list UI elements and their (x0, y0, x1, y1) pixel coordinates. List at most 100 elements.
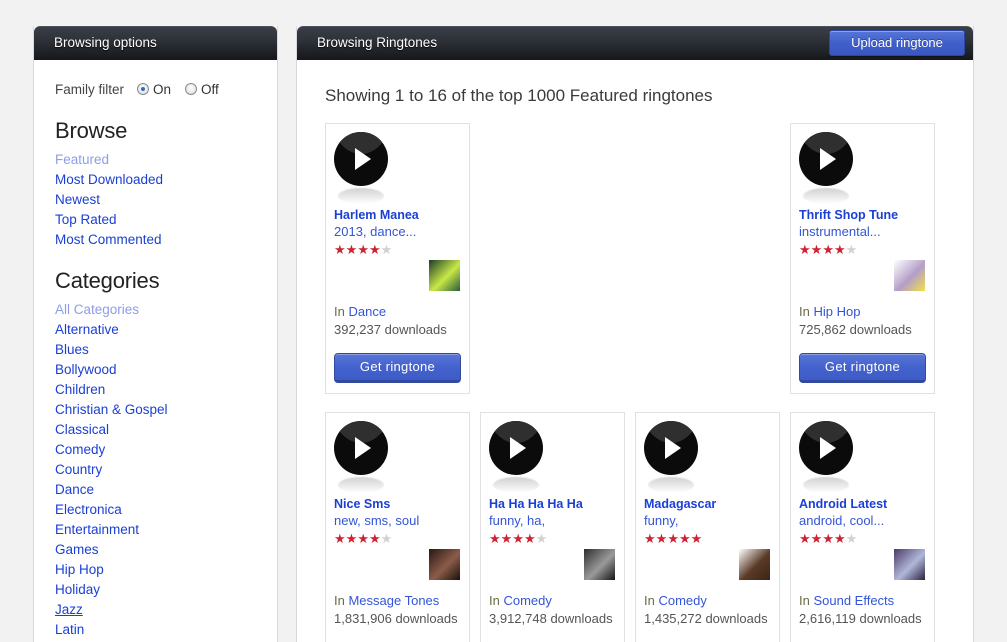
ringtone-card: Android Latest android, cool... ★★★★★ In So… (790, 412, 935, 642)
category-link-country[interactable]: Country (55, 460, 102, 480)
play-icon[interactable] (334, 132, 388, 186)
list-item: Games (34, 540, 277, 560)
ringtone-title-link[interactable]: Thrift Shop Tune (799, 208, 926, 223)
category-link-comedy[interactable]: Comedy (55, 440, 105, 460)
ringtone-thumbnail[interactable] (428, 259, 461, 292)
ringtone-thumbnail[interactable] (738, 548, 771, 581)
thumbnail-row (799, 548, 926, 592)
play-icon[interactable] (334, 421, 388, 475)
category-link-hip-hop[interactable]: Hip Hop (55, 560, 104, 580)
category-line: In Sound Effects (799, 592, 926, 610)
category-link-alternative[interactable]: Alternative (55, 320, 119, 340)
ringtone-title-link[interactable]: Nice Sms (334, 497, 461, 512)
browse-link-most-downloaded[interactable]: Most Downloaded (55, 170, 163, 190)
category-link-children[interactable]: Children (55, 380, 105, 400)
family-filter-label: Family filter (55, 81, 125, 97)
rating-stars[interactable]: ★★★★★ (489, 530, 616, 548)
star-icon: ★ (678, 531, 691, 546)
category-link-jazz[interactable]: Jazz (55, 600, 83, 620)
category-link-latin[interactable]: Latin (55, 620, 84, 640)
family-filter-row: Family filter On Off (34, 78, 277, 100)
list-item: Children (34, 380, 277, 400)
sidebar-panel-header: Browsing options (34, 26, 277, 60)
download-count: 392,237 downloads (334, 322, 447, 337)
category-link-christian-gospel[interactable]: Christian & Gospel (55, 400, 168, 420)
category-link-blues[interactable]: Blues (55, 340, 89, 360)
play-icon[interactable] (799, 132, 853, 186)
star-icon: ★ (810, 531, 823, 546)
category-link-holiday[interactable]: Holiday (55, 580, 100, 600)
rating-stars[interactable]: ★★★★★ (799, 241, 926, 259)
star-icon: ★ (845, 242, 858, 257)
ringtone-tags[interactable]: new, sms, soul (334, 512, 461, 530)
get-ringtone-button[interactable]: Get ringtone (334, 353, 461, 383)
play-triangle-icon (820, 148, 836, 170)
category-link[interactable]: Message Tones (348, 593, 439, 608)
browse-link-most-commented[interactable]: Most Commented (55, 230, 162, 250)
results-summary-text: Showing 1 to 16 of the top 1000 Featured… (325, 86, 713, 105)
rating-stars[interactable]: ★★★★★ (334, 241, 461, 259)
star-icon: ★ (535, 531, 548, 546)
category-link[interactable]: Comedy (503, 593, 551, 608)
ringtone-tags[interactable]: funny, (644, 512, 771, 530)
ringtone-title-link[interactable]: Madagascar (644, 497, 771, 512)
category-link[interactable]: Hip Hop (813, 304, 860, 319)
browse-list: Featured Most Downloaded Newest Top Rated Mo… (34, 150, 277, 250)
ringtone-tags[interactable]: 2013, dance... (334, 223, 461, 241)
category-link[interactable]: Dance (348, 304, 386, 319)
browse-heading: Browse (55, 118, 128, 143)
family-filter-on-option[interactable]: On (137, 82, 171, 97)
play-reflection (648, 477, 694, 493)
get-ringtone-button[interactable]: Get ringtone (799, 353, 926, 383)
download-count: 1,435,272 downloads (644, 611, 768, 626)
category-link-games[interactable]: Games (55, 540, 99, 560)
ringtone-tags[interactable]: funny, ha, (489, 512, 616, 530)
radio-on-icon[interactable] (137, 83, 150, 95)
ringtone-card: Ha Ha Ha Ha Ha funny, ha, ★★★★★ In Comedy 3,… (480, 412, 625, 642)
browse-link-newest[interactable]: Newest (55, 190, 100, 210)
rating-stars[interactable]: ★★★★★ (334, 530, 461, 548)
grid-cell: Android Latest android, cool... ★★★★★ In So… (790, 394, 945, 642)
category-link-all-categories[interactable]: All Categories (55, 300, 139, 320)
rating-stars[interactable]: ★★★★★ (644, 530, 771, 548)
list-item: Entertainment (34, 520, 277, 540)
rating-stars[interactable]: ★★★★★ (799, 530, 926, 548)
play-icon[interactable] (799, 421, 853, 475)
browse-link-top-rated[interactable]: Top Rated (55, 210, 117, 230)
category-link[interactable]: Comedy (658, 593, 706, 608)
download-count: 725,862 downloads (799, 322, 912, 337)
ringtone-thumbnail[interactable] (893, 259, 926, 292)
list-item: Alternative (34, 320, 277, 340)
list-item: Blues (34, 340, 277, 360)
list-item: Bollywood (34, 360, 277, 380)
thumbnail-row (334, 548, 461, 592)
ringtone-thumbnail[interactable] (428, 548, 461, 581)
category-link-classical[interactable]: Classical (55, 420, 109, 440)
download-count: 1,831,906 downloads (334, 611, 458, 626)
star-icon: ★ (799, 242, 811, 257)
play-icon[interactable] (644, 421, 698, 475)
star-icon: ★ (368, 242, 381, 257)
star-icon: ★ (655, 531, 668, 546)
ringtone-title-link[interactable]: Harlem Manea (334, 208, 461, 223)
ringtone-tags[interactable]: instrumental... (799, 223, 926, 241)
play-triangle-icon (665, 437, 681, 459)
upload-ringtone-button[interactable]: Upload ringtone (829, 30, 965, 56)
ringtone-title-link[interactable]: Ha Ha Ha Ha Ha (489, 497, 616, 512)
play-icon[interactable] (489, 421, 543, 475)
ringtone-tags[interactable]: android, cool... (799, 512, 926, 530)
category-link-electronica[interactable]: Electronica (55, 500, 122, 520)
category-link-dance[interactable]: Dance (55, 480, 94, 500)
list-item: Comedy (34, 440, 277, 460)
radio-off-icon[interactable] (185, 83, 198, 95)
category-link-entertainment[interactable]: Entertainment (55, 520, 139, 540)
ringtone-thumbnail[interactable] (893, 548, 926, 581)
category-link-bollywood[interactable]: Bollywood (55, 360, 117, 380)
category-link[interactable]: Sound Effects (813, 593, 894, 608)
ringtone-thumbnail[interactable] (583, 548, 616, 581)
star-icon: ★ (380, 531, 393, 546)
family-filter-off-option[interactable]: Off (185, 82, 219, 97)
browse-link-featured[interactable]: Featured (55, 150, 109, 170)
ringtone-title-link[interactable]: Android Latest (799, 497, 926, 512)
category-line: In Comedy (644, 592, 771, 610)
